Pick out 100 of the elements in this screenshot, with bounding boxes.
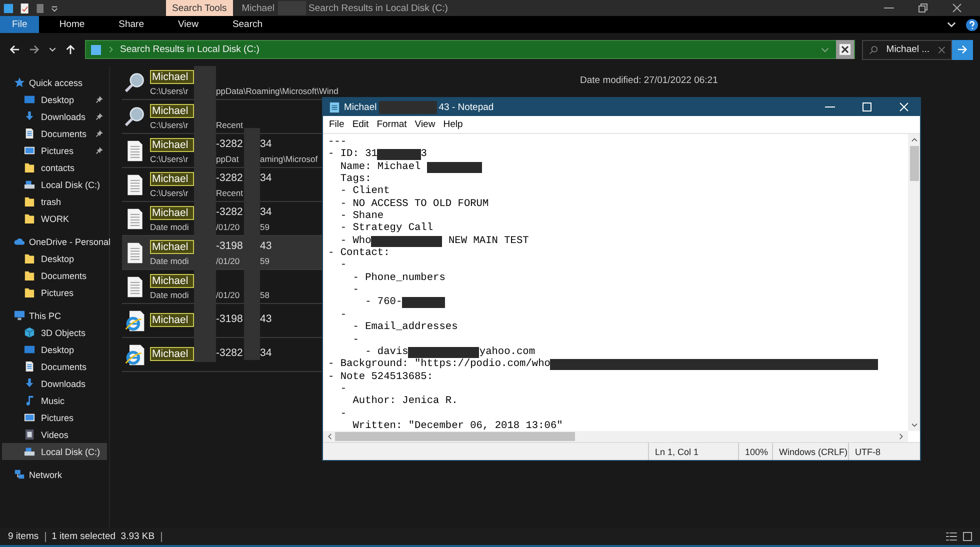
text-line: - NO ACCESS TO OLD FORUM: [339, 198, 489, 210]
menu-item[interactable]: File: [325, 119, 348, 130]
scroll-up-icon[interactable]: [910, 137, 918, 142]
nav-item[interactable]: Local Disk (C:): [2, 176, 107, 193]
vertical-scrollbar[interactable]: [908, 134, 920, 431]
text-line: - Email_addresses: [352, 321, 458, 334]
nav-item[interactable]: Downloads: [2, 375, 107, 392]
nav-item[interactable]: Music: [2, 392, 107, 409]
redaction-bar: [378, 100, 437, 114]
drive-icon: [24, 446, 35, 457]
file-detail: Date modi: [150, 222, 190, 232]
highlighted-match: Michael: [150, 70, 194, 84]
menu-item[interactable]: View: [410, 119, 440, 130]
text-line: - Who: [339, 234, 372, 248]
document-icon: [24, 361, 35, 372]
text-line: -: [339, 408, 347, 420]
nav-item[interactable]: Documents: [2, 125, 107, 142]
close-icon: [898, 102, 908, 112]
scroll-right-icon[interactable]: [899, 433, 904, 440]
ribbon-tab[interactable]: Search: [218, 16, 277, 33]
file-name: -3198: [216, 240, 244, 254]
nav-item[interactable]: Desktop: [2, 341, 107, 358]
text-line: - Note 524513685:: [328, 370, 434, 383]
ribbon-tab[interactable]: Home: [45, 16, 99, 33]
file-detail: ppData\Roaming\Microsoft\Wind: [216, 86, 338, 96]
text-line: - ID: 31: [328, 148, 378, 161]
text-line: - Phone_numbers: [352, 272, 446, 284]
dropdown-icon[interactable]: [51, 4, 58, 12]
folder-icon: [24, 287, 35, 298]
folder-icon: [24, 270, 35, 281]
help-icon[interactable]: [966, 18, 978, 30]
folder-icon[interactable]: [3, 2, 14, 14]
nav-item[interactable]: Downloads: [2, 108, 107, 125]
nav-item[interactable]: Local Disk (C:): [2, 443, 107, 460]
text-line: - Contact:: [328, 247, 390, 260]
search-go-button[interactable]: [952, 40, 973, 60]
scroll-down-icon[interactable]: [910, 423, 918, 428]
menu-item[interactable]: Format: [372, 119, 411, 130]
file-detail: 59: [260, 222, 270, 232]
folder-icon: [90, 44, 102, 56]
window-title: Michael: [242, 2, 274, 14]
scroll-left-icon[interactable]: [327, 433, 332, 440]
menu-item[interactable]: Edit: [348, 119, 373, 130]
chevron-down-icon[interactable]: [49, 46, 56, 53]
nav-item[interactable]: WORK: [2, 210, 107, 227]
back-arrow-icon[interactable]: [9, 44, 20, 55]
network-icon: [14, 469, 25, 480]
tiles-view-icon[interactable]: [963, 532, 972, 541]
nav-item[interactable]: Network: [2, 466, 107, 483]
nav-item[interactable]: Documents: [2, 358, 107, 375]
nav-item[interactable]: trash: [2, 193, 107, 210]
nav-item[interactable]: 3D Objects: [2, 324, 107, 341]
window-title: Michael: [344, 102, 377, 112]
properties-icon[interactable]: [20, 2, 30, 14]
search-field[interactable]: Michael ...: [862, 40, 952, 60]
horizontal-scrollbar[interactable]: [323, 431, 908, 442]
nav-item[interactable]: Pictures: [2, 409, 107, 426]
ribbon-tab[interactable]: View: [164, 16, 212, 33]
file-name: -3282: [216, 172, 244, 186]
window-title: 43 - Notepad: [438, 102, 494, 112]
arrow-right-icon: [957, 44, 968, 55]
nav-item[interactable]: Quick access: [2, 74, 107, 91]
document-icon: [24, 128, 35, 139]
nav-item[interactable]: Desktop: [2, 250, 107, 267]
text-line: - Strategy Call: [339, 222, 434, 235]
nav-item[interactable]: Desktop: [2, 91, 107, 108]
forward-arrow-icon[interactable]: [29, 44, 40, 55]
search-tools-tab[interactable]: Search Tools: [166, 0, 233, 16]
file-detail: Date modi: [150, 256, 190, 266]
file-detail: Recent: [216, 120, 243, 130]
highlighted-match: Michael: [150, 240, 194, 254]
monitor-icon: [14, 310, 25, 321]
address-bar[interactable]: Search Results in Local Disk (C:): [85, 40, 855, 59]
highlighted-match: Michael: [150, 138, 194, 152]
text-line: yahoo.com: [479, 346, 536, 358]
scroll-thumb[interactable]: [335, 432, 575, 441]
chevron-right-icon: [109, 46, 113, 53]
ribbon-tab[interactable]: File: [0, 16, 40, 33]
nav-item[interactable]: Pictures: [2, 284, 107, 301]
up-arrow-icon[interactable]: [65, 44, 76, 55]
file-detail: C:\Users\r: [150, 86, 190, 96]
picture-icon: [24, 145, 35, 156]
nav-item[interactable]: Pictures: [2, 142, 107, 159]
file-name: -3282: [216, 206, 244, 220]
highlighted-match: Michael: [150, 312, 194, 326]
ribbon-tab[interactable]: Share: [104, 16, 158, 33]
close-icon: [952, 3, 962, 13]
scroll-thumb[interactable]: [910, 146, 918, 181]
nav-item[interactable]: Documents: [2, 267, 107, 284]
text-line: - davis: [364, 346, 408, 358]
status-text: Windows (CRLF): [772, 443, 848, 460]
chevron-down-icon[interactable]: [947, 20, 956, 29]
file-detail: /01/20: [216, 222, 241, 232]
clear-icon[interactable]: [836, 40, 854, 59]
menu-item[interactable]: Help: [439, 119, 467, 130]
details-view-icon[interactable]: [946, 532, 957, 541]
nav-item[interactable]: contacts: [2, 159, 107, 176]
nav-item[interactable]: This PC: [2, 307, 107, 324]
nav-item[interactable]: Videos: [2, 426, 107, 443]
close-icon[interactable]: [938, 46, 945, 54]
